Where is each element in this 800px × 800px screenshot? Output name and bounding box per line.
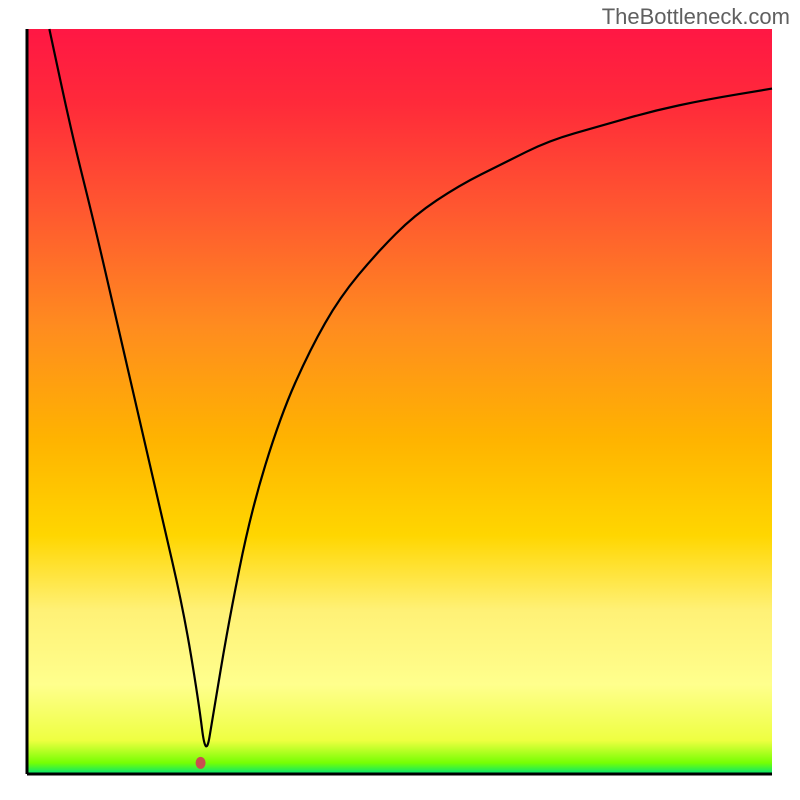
minimum-marker: [196, 757, 206, 769]
watermark-text: TheBottleneck.com: [602, 4, 790, 30]
bottleneck-chart: [0, 0, 800, 800]
plot-background: [27, 29, 772, 774]
chart-container: TheBottleneck.com: [0, 0, 800, 800]
